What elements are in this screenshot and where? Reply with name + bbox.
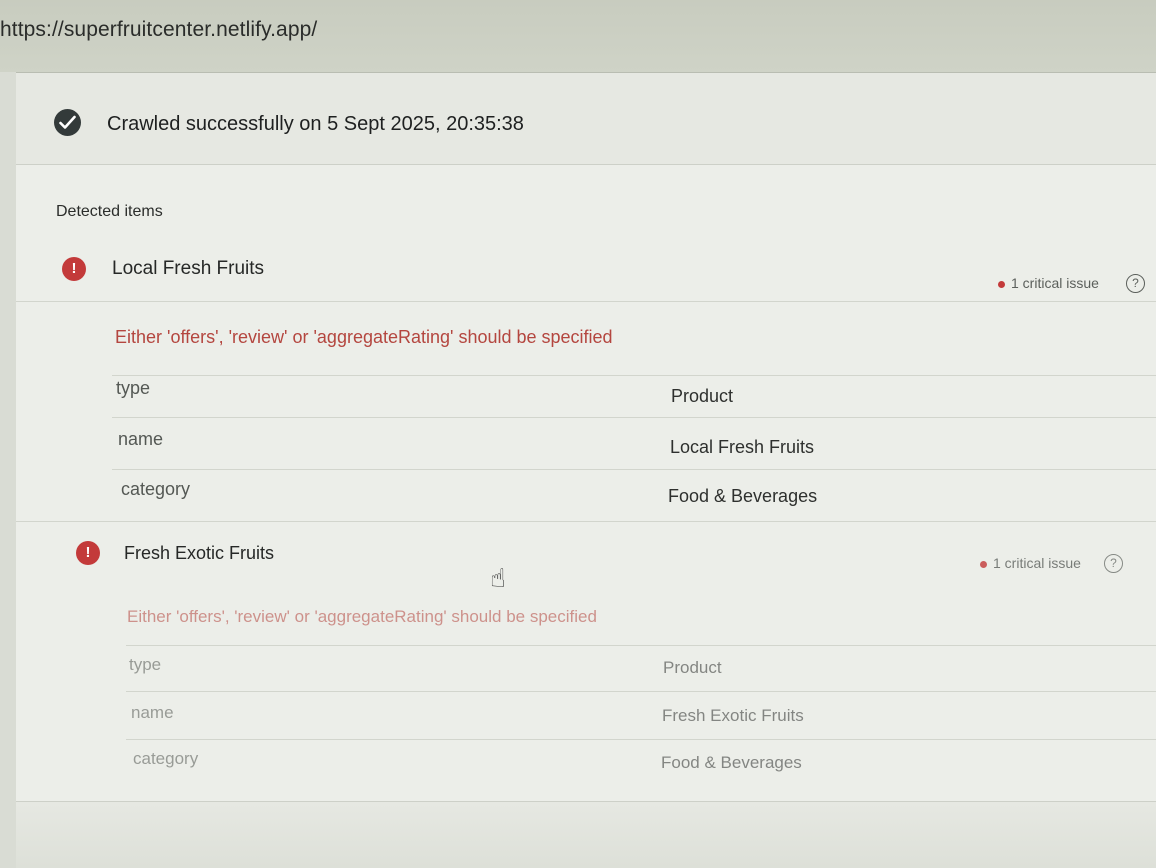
property-value: Fresh Exotic Fruits — [662, 706, 804, 725]
divider — [16, 301, 1156, 302]
inspection-panel: Crawled successfully on 5 Sept 2025, 20:… — [16, 72, 1156, 868]
help-circle-icon[interactable]: ? — [1126, 274, 1145, 293]
error-circle-icon: ! — [76, 541, 100, 565]
property-value: Food & Beverages — [661, 753, 802, 772]
browser-address-bar: https://superfruitcenter.netlify.app/ — [0, 0, 1156, 72]
item-title: Fresh Exotic Fruits — [124, 543, 275, 563]
critical-issue-badge: 1 critical issue — [980, 555, 1081, 571]
item-header[interactable]: ! Fresh Exotic Fruits 1 critical issue ? — [16, 525, 1156, 581]
item-title: Local Fresh Fruits — [112, 258, 265, 279]
property-key: category — [121, 479, 191, 499]
divider — [126, 645, 1156, 646]
crawl-status-row: Crawled successfully on 5 Sept 2025, 20:… — [16, 73, 1156, 165]
error-circle-icon: ! — [62, 257, 86, 281]
property-key: name — [118, 429, 164, 449]
hand-pointer-icon: ☝ — [490, 563, 506, 593]
divider — [112, 417, 1156, 418]
page-url[interactable]: https://superfruitcenter.netlify.app/ — [0, 18, 317, 42]
panel-footer — [16, 801, 1156, 868]
issue-dot-icon — [998, 280, 1005, 288]
critical-issue-badge: 1 critical issue — [998, 275, 1099, 291]
item-warning: Either 'offers', 'review' or 'aggregateR… — [115, 327, 613, 347]
property-key: type — [129, 655, 162, 674]
divider — [112, 469, 1156, 470]
property-key: name — [131, 703, 174, 722]
detected-items-heading: Detected items — [56, 203, 163, 220]
property-value: Local Fresh Fruits — [670, 437, 815, 457]
property-value: Product — [663, 658, 722, 677]
issue-dot-icon — [980, 560, 987, 568]
divider — [126, 739, 1156, 740]
crawl-status-text: Crawled successfully on 5 Sept 2025, 20:… — [107, 113, 524, 135]
help-circle-icon[interactable]: ? — [1104, 554, 1123, 573]
divider — [126, 691, 1156, 692]
property-key: category — [133, 749, 199, 768]
divider — [16, 521, 1156, 522]
property-value: Product — [671, 386, 734, 406]
check-circle-icon — [54, 109, 81, 136]
item-header[interactable]: ! Local Fresh Fruits 1 critical issue ? — [16, 241, 1156, 297]
issue-count: 1 critical issue — [1011, 275, 1099, 291]
property-key: type — [116, 378, 151, 398]
property-value: Food & Beverages — [668, 486, 818, 506]
divider — [112, 375, 1156, 376]
item-warning: Either 'offers', 'review' or 'aggregateR… — [127, 607, 597, 626]
issue-count: 1 critical issue — [993, 555, 1081, 571]
